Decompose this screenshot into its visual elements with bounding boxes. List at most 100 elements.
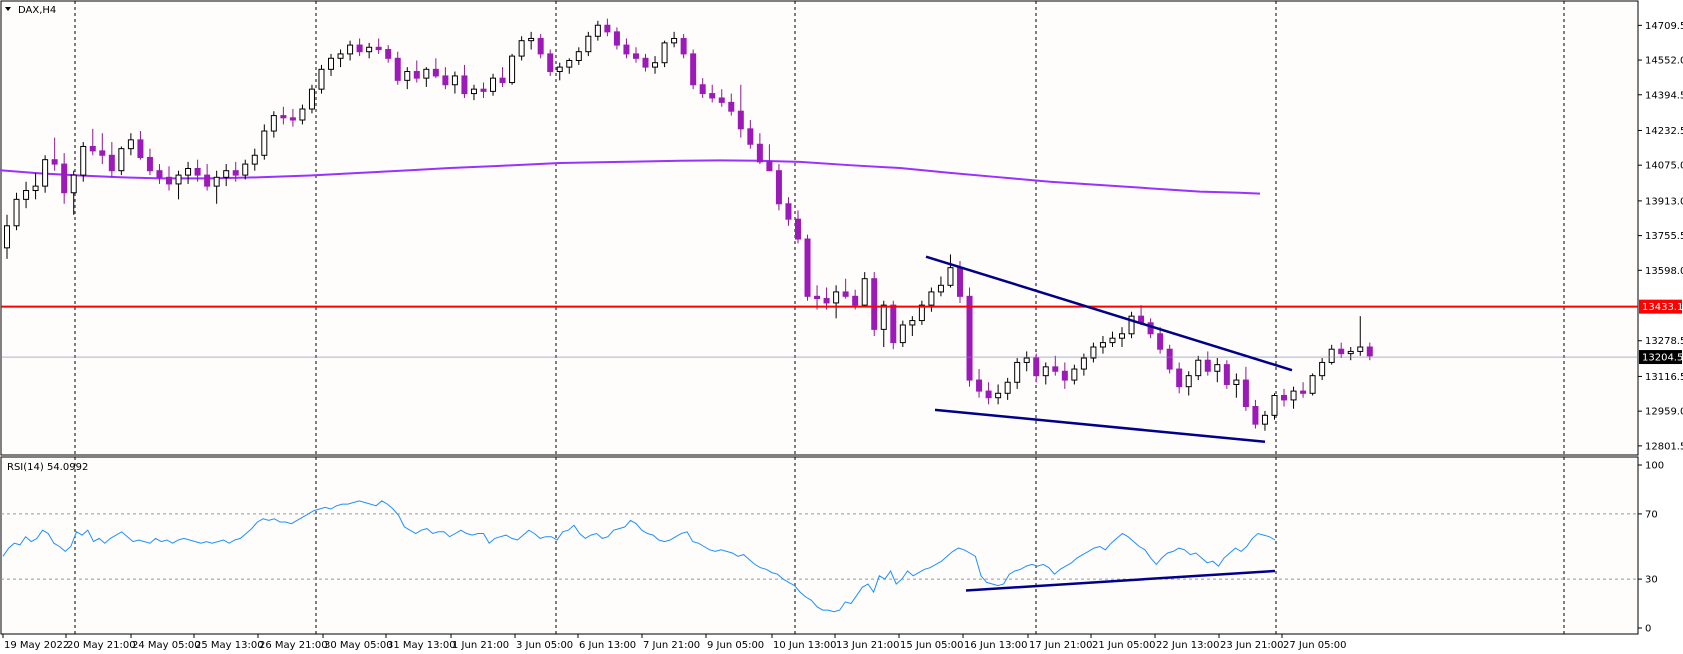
x-tick-label: 25 May 13:00 <box>195 640 264 651</box>
price-y-tick-label: 12959.0 <box>1645 407 1683 418</box>
candle-body <box>261 130 268 156</box>
candle-body <box>490 77 497 92</box>
candle-body <box>289 117 296 121</box>
candle-body <box>280 115 287 119</box>
candle-body <box>937 284 944 293</box>
candle-body <box>728 101 735 112</box>
price-y-axis: 14709.5 14552.0 14394.5 14232.5 14075.0 13913… <box>1638 21 1683 452</box>
candle-body <box>1023 357 1030 363</box>
candle <box>118 146 125 176</box>
candle-body <box>1176 368 1183 388</box>
candle-body <box>470 88 477 95</box>
x-tick-label: 20 May 21:00 <box>67 640 136 651</box>
candle-body <box>194 167 201 176</box>
candle-body <box>480 88 487 92</box>
candle-body <box>80 145 87 176</box>
rsi-pane <box>0 456 1639 635</box>
candle <box>775 164 782 211</box>
candle-body <box>413 71 420 79</box>
candle-body <box>328 57 335 70</box>
x-tick-label: 26 May 21:00 <box>259 640 328 651</box>
candle-body <box>1090 346 1097 359</box>
candle <box>308 84 315 114</box>
candle-body <box>1300 390 1307 394</box>
candle-body <box>976 379 983 392</box>
candle-body <box>985 390 992 399</box>
candle-body <box>385 48 392 59</box>
price-tag-label: 13204.5 <box>1642 353 1683 364</box>
candle-body <box>852 295 859 306</box>
candle-body <box>1214 364 1221 372</box>
candle-body <box>947 267 954 286</box>
candle-body <box>251 154 258 165</box>
candle-body <box>1147 322 1154 335</box>
candle-body <box>432 68 439 77</box>
candle <box>318 64 325 94</box>
candle-body <box>146 156 153 172</box>
x-tick-label: 7 Jun 21:00 <box>643 640 700 651</box>
candle-body <box>899 324 906 344</box>
candle-body <box>213 176 220 187</box>
price-y-tick-label: 14709.5 <box>1645 21 1683 32</box>
candle-body <box>671 37 678 44</box>
candle-body <box>137 139 144 158</box>
candle-body <box>880 304 887 330</box>
candle-body <box>585 35 592 53</box>
candle-body <box>89 145 96 152</box>
candle-body <box>604 24 611 33</box>
rsi-y-tick-label: 0 <box>1645 624 1651 635</box>
candle-body <box>1157 333 1164 350</box>
candle-body <box>794 218 801 240</box>
price-y-tick-label: 14075.0 <box>1645 161 1683 172</box>
x-tick-label: 23 Jun 21:00 <box>1220 640 1284 651</box>
price-y-tick-label: 13598.0 <box>1645 266 1683 277</box>
candle-body <box>42 159 49 187</box>
candle-body <box>127 139 134 150</box>
candle-body <box>1261 414 1268 425</box>
rsi-chart-title: RSI(14) 54.0992 <box>7 462 88 473</box>
candle-body <box>1042 366 1049 377</box>
candle-body <box>966 295 973 381</box>
price-y-tick-label: 14394.5 <box>1645 90 1683 101</box>
candle-body <box>1290 390 1297 401</box>
candle <box>966 287 973 387</box>
candle-body <box>1204 359 1211 372</box>
candle-body <box>690 53 697 86</box>
x-tick-label: 16 Jun 13:00 <box>964 640 1028 651</box>
x-tick-label: 15 Jun 05:00 <box>900 640 964 651</box>
candle-body <box>804 238 811 297</box>
candle-body <box>375 46 382 50</box>
candle-body <box>995 392 1002 399</box>
candle-body <box>680 37 687 55</box>
candle-body <box>1319 361 1326 377</box>
candle-body <box>1099 342 1106 348</box>
candle-body <box>833 291 840 304</box>
candle-body <box>1080 357 1087 370</box>
price-y-tick-label: 14552.0 <box>1645 56 1683 67</box>
candle-body <box>1347 350 1354 355</box>
candle-body <box>632 53 639 59</box>
candle-body <box>1119 333 1126 339</box>
candle-body <box>613 31 620 46</box>
candle-body <box>1328 348 1335 363</box>
candle-body <box>461 75 468 95</box>
price-y-tick-label: 13278.5 <box>1645 336 1683 347</box>
candle-body <box>623 44 630 55</box>
x-tick-label: 13 Jun 21:00 <box>836 640 900 651</box>
candle-body <box>528 37 535 42</box>
rsi-y-tick-label: 30 <box>1645 575 1658 586</box>
price-tags-layer: 13433.1 13204.5 <box>1639 299 1683 365</box>
candle-body <box>1033 357 1040 377</box>
price-y-tick-label: 14232.5 <box>1645 126 1683 137</box>
candle-body <box>108 154 115 172</box>
x-tick-label: 31 May 13:00 <box>387 640 456 651</box>
candle-body <box>518 40 525 57</box>
candle-body <box>185 167 192 176</box>
candle-body <box>928 291 935 306</box>
rsi-y-tick-label: 100 <box>1645 461 1664 472</box>
candle-body <box>1252 406 1259 425</box>
candle-body <box>99 150 106 156</box>
candle-body <box>861 278 868 306</box>
candle-body <box>509 55 516 84</box>
candle-body <box>766 161 773 172</box>
